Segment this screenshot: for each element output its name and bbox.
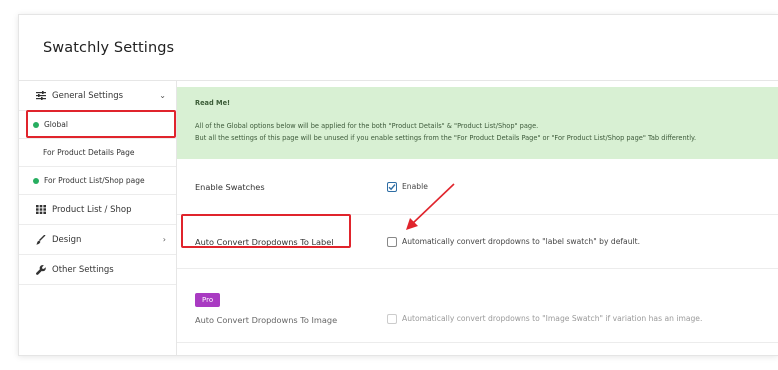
settings-content: Read Me! All of the Global options below… xyxy=(177,81,778,355)
readme-notice: Read Me! All of the Global options below… xyxy=(177,87,778,159)
notice-title: Read Me! xyxy=(195,99,231,107)
sidebar-subitem-label: For Product Details Page xyxy=(43,148,135,157)
status-dot-icon xyxy=(33,177,39,184)
sidebar-subitem-label: For Product List/Shop page xyxy=(44,176,145,185)
sidebar-item-other-settings[interactable]: Other Settings xyxy=(19,255,176,285)
annotation-arrow-icon xyxy=(406,183,455,230)
setting-label-wrap: Pro Auto Convert Dropdowns To Image xyxy=(177,287,387,325)
sidebar-subitem-global[interactable]: Global xyxy=(19,111,176,139)
sidebar-item-product-list-shop[interactable]: Product List / Shop xyxy=(19,195,176,225)
sidebar-subitem-product-list-shop[interactable]: For Product List/Shop page xyxy=(19,167,176,195)
checkbox-checked-icon[interactable] xyxy=(387,181,397,192)
settings-panel: Swatchly Settings General Settings ⌄ Glo… xyxy=(18,14,778,356)
sidebar: General Settings ⌄ Global For Product De… xyxy=(19,81,177,355)
setting-row-auto-convert-image: Pro Auto Convert Dropdowns To Image Auto… xyxy=(177,269,778,343)
sidebar-subitem-label: Global xyxy=(44,120,68,129)
setting-row-enable-swatches: Enable Swatches Enable xyxy=(177,159,778,215)
active-dot-icon xyxy=(33,121,39,128)
sidebar-item-design[interactable]: Design › xyxy=(19,225,176,255)
auto-convert-label-checkbox[interactable]: Automatically convert dropdowns to "labe… xyxy=(387,236,641,247)
sidebar-subitem-product-details[interactable]: For Product Details Page xyxy=(19,139,176,167)
brush-icon xyxy=(35,234,46,245)
sidebar-item-label: General Settings xyxy=(52,90,124,101)
notice-line-1: All of the Global options below will be … xyxy=(195,122,539,130)
checkbox-label: Automatically convert dropdowns to "labe… xyxy=(402,237,641,246)
checkbox-disabled-icon xyxy=(387,313,397,324)
checkbox-label: Automatically convert dropdowns to "Imag… xyxy=(402,314,703,323)
pro-badge: Pro xyxy=(195,292,221,307)
chevron-down-icon: ⌄ xyxy=(159,91,166,100)
setting-row-auto-convert-label: Auto Convert Dropdowns To Label Automati… xyxy=(177,215,778,269)
chevron-right-icon: › xyxy=(162,235,166,244)
notice-line-2: But all the settings of this page will b… xyxy=(195,134,697,142)
setting-label: Auto Convert Dropdowns To Label xyxy=(195,236,334,247)
setting-label: Enable Swatches xyxy=(195,181,265,192)
grid-icon xyxy=(35,205,46,214)
sliders-icon xyxy=(35,91,46,100)
sidebar-item-label: Product List / Shop xyxy=(52,204,132,215)
sidebar-item-general-settings[interactable]: General Settings ⌄ xyxy=(19,81,176,111)
setting-label: Auto Convert Dropdowns To Image xyxy=(195,314,338,325)
sidebar-item-label: Design xyxy=(52,234,82,245)
sidebar-item-label: Other Settings xyxy=(52,264,114,275)
auto-convert-image-checkbox: Automatically convert dropdowns to "Imag… xyxy=(387,288,702,324)
checkbox-unchecked-icon[interactable] xyxy=(387,236,397,247)
page-header: Swatchly Settings xyxy=(19,15,778,81)
wrench-icon xyxy=(35,264,46,275)
page-title: Swatchly Settings xyxy=(43,39,175,56)
